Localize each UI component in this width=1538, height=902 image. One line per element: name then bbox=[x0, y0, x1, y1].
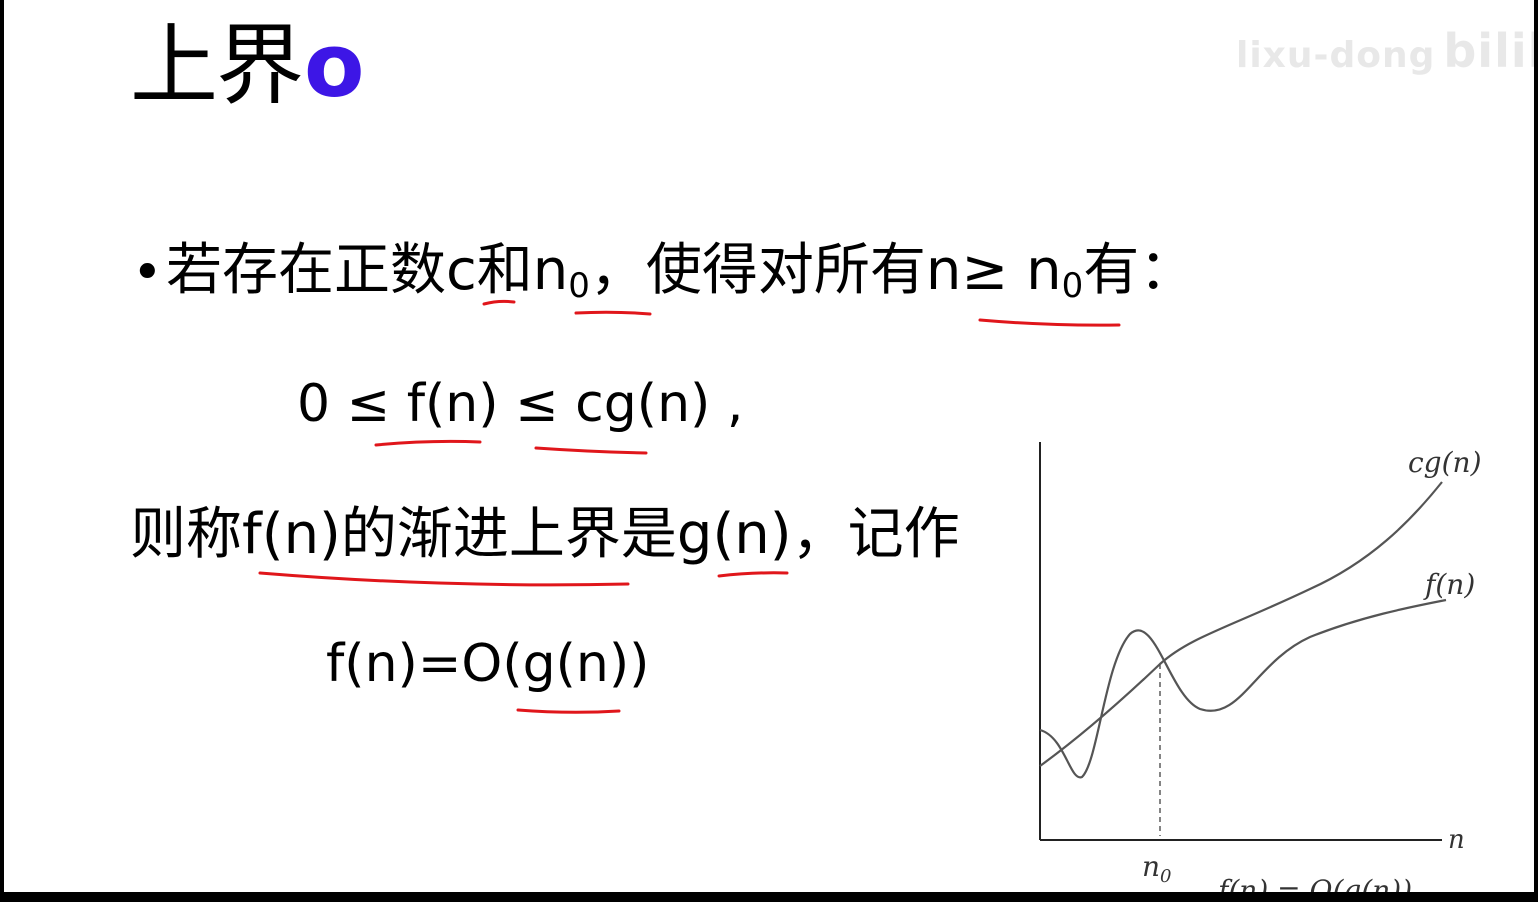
chart-caption: f(n) = O(g(n)) bbox=[1216, 874, 1412, 892]
series-cg-label: cg(n) bbox=[1408, 446, 1482, 479]
series-f-line bbox=[1039, 598, 1447, 779]
underline-gn-formula bbox=[516, 708, 621, 714]
underline-gn bbox=[717, 571, 789, 578]
underline-n0 bbox=[574, 310, 652, 316]
big-o-chart: cg(n) f(n) n n0 f(n) = O(g(n)) bbox=[1039, 442, 1482, 892]
underline-fn bbox=[374, 439, 482, 447]
x-axis-label: n bbox=[1448, 825, 1465, 855]
underline-n-ge-n0 bbox=[978, 318, 1121, 327]
n0-label-base: n bbox=[1142, 850, 1160, 883]
n0-label-sub: 0 bbox=[1160, 866, 1171, 887]
underline-fn-asymptotic bbox=[258, 571, 630, 587]
slide: 上界o lixu-dongbilibili • 若存在正数c和n0，使得对所有n… bbox=[4, 0, 1534, 892]
series-f-label: f(n) bbox=[1423, 568, 1475, 601]
underline-c bbox=[482, 299, 516, 306]
underline-cgn bbox=[534, 446, 648, 455]
n0-label: n0 bbox=[1142, 850, 1172, 887]
